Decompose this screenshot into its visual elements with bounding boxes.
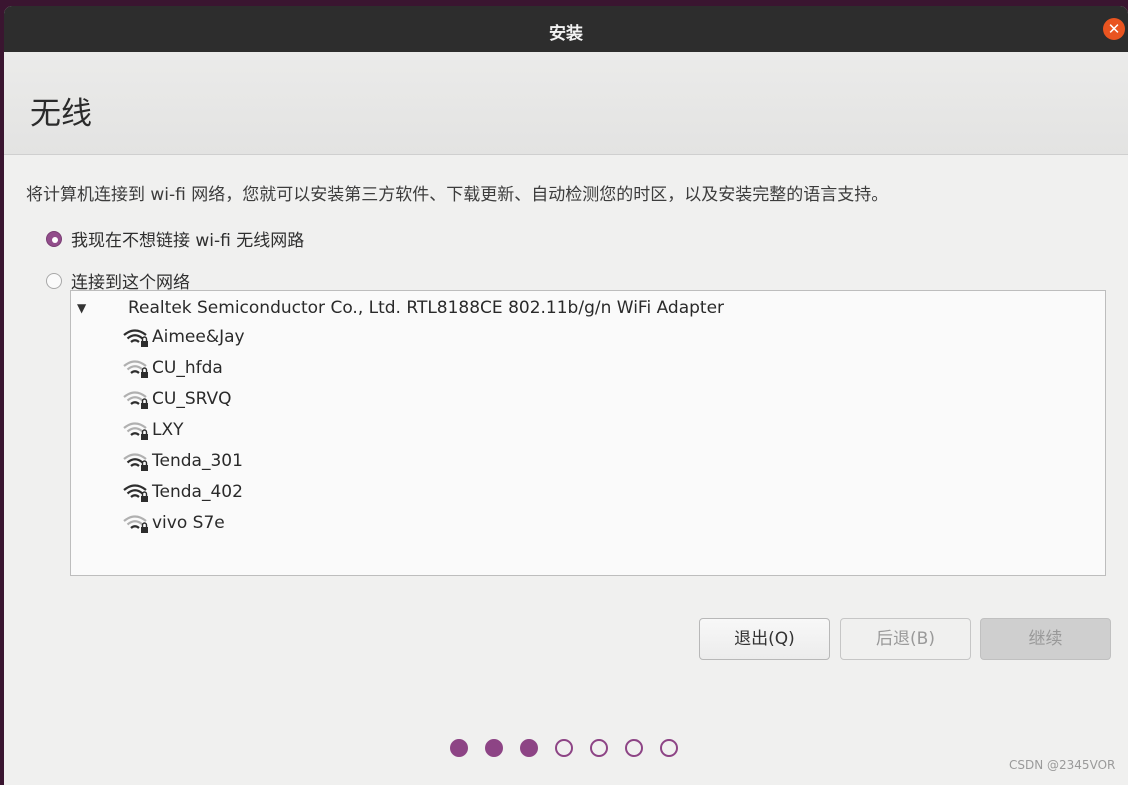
network-list-item[interactable]: CU_hfda: [121, 354, 223, 382]
wifi-signal-weak-locked-icon: [121, 357, 151, 379]
wifi-signal-medium-locked-icon: [121, 450, 151, 472]
wifi-signal-weak-locked-icon: [121, 419, 151, 441]
network-list[interactable]: ▼ Realtek Semiconductor Co., Ltd. RTL818…: [70, 290, 1106, 576]
page-title: 无线: [30, 96, 92, 132]
network-list-item[interactable]: LXY: [121, 416, 184, 444]
network-list-item[interactable]: Aimee&Jay: [121, 323, 245, 351]
wifi-signal-strong-locked-icon: [121, 326, 151, 348]
network-ssid-label: CU_hfda: [152, 358, 223, 378]
progress-dot-pending: [590, 739, 608, 757]
wifi-signal-weak-locked-icon: [121, 388, 151, 410]
window-title: 安装: [549, 24, 583, 44]
network-ssid-label: CU_SRVQ: [152, 389, 232, 409]
network-ssid-label: Tenda_301: [152, 451, 243, 471]
watermark: CSDN @2345VOR: [1009, 758, 1116, 772]
close-icon[interactable]: ✕: [1103, 18, 1125, 40]
progress-dots: [450, 739, 695, 757]
radio-button-checked[interactable]: [46, 230, 62, 247]
wifi-description: 将计算机连接到 wi-fi 网络，您就可以安装第三方软件、下载更新、自动检测您的…: [26, 185, 889, 205]
radio-no-wifi[interactable]: 我现在不想链接 wi-fi 无线网路: [46, 226, 304, 251]
back-button[interactable]: 后退(B): [840, 618, 971, 660]
expand-triangle-icon[interactable]: ▼: [77, 295, 86, 321]
network-list-item[interactable]: Tenda_402: [121, 478, 243, 506]
wifi-signal-strong-locked-icon: [121, 481, 151, 503]
progress-dot-complete: [485, 739, 503, 757]
network-list-item[interactable]: CU_SRVQ: [121, 385, 232, 413]
radio-button[interactable]: [46, 272, 62, 289]
progress-dot-pending: [555, 739, 573, 757]
page-header: 无线: [4, 52, 1128, 155]
adapter-row[interactable]: ▼ Realtek Semiconductor Co., Ltd. RTL818…: [71, 295, 1105, 321]
progress-dot-pending: [660, 739, 678, 757]
network-list-item[interactable]: vivo S7e: [121, 509, 225, 537]
progress-dot-complete: [450, 739, 468, 757]
quit-button[interactable]: 退出(Q): [699, 618, 830, 660]
radio-no-wifi-label: 我现在不想链接 wi-fi 无线网路: [71, 231, 305, 251]
wifi-signal-weak-locked-icon: [121, 512, 151, 534]
network-ssid-label: vivo S7e: [152, 513, 225, 533]
network-ssid-label: LXY: [152, 420, 184, 440]
network-list-item[interactable]: Tenda_301: [121, 447, 243, 475]
progress-dot-complete: [520, 739, 538, 757]
continue-button[interactable]: 继续: [980, 618, 1111, 660]
network-ssid-label: Tenda_402: [152, 482, 243, 502]
network-ssid-label: Aimee&Jay: [152, 327, 245, 347]
adapter-label: Realtek Semiconductor Co., Ltd. RTL8188C…: [128, 298, 725, 318]
title-bar[interactable]: 安装 ✕: [4, 6, 1128, 52]
progress-dot-pending: [625, 739, 643, 757]
